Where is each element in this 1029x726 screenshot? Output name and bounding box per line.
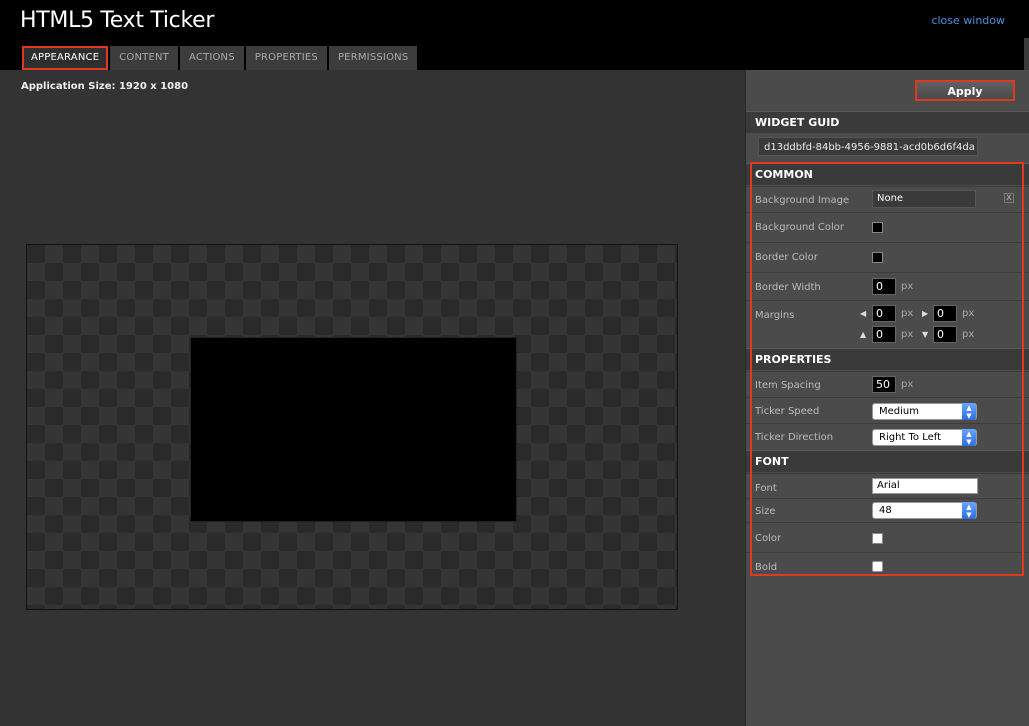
- border-color-swatch[interactable]: [872, 252, 883, 263]
- size-value: 48: [879, 505, 892, 516]
- ticker-direction-select[interactable]: Right To Left ▲ ▼: [872, 429, 977, 446]
- font-input[interactable]: Arial: [872, 478, 978, 494]
- widget-guid-heading: WIDGET GUID: [746, 111, 1029, 133]
- bold-label: Bold: [755, 562, 778, 573]
- select-chevron-icon: ▲ ▼: [962, 403, 976, 420]
- tab-bar: APPEARANCE CONTENT ACTIONS PROPERTIES PE…: [22, 46, 419, 70]
- margin-left-input[interactable]: 0: [872, 305, 896, 322]
- border-color-label: Border Color: [755, 252, 818, 263]
- common-heading: COMMON: [746, 163, 1029, 185]
- margin-bottom-arrow-icon: ▼: [922, 330, 929, 339]
- size-label: Size: [755, 506, 776, 517]
- margin-right-input[interactable]: 0: [933, 305, 957, 322]
- margin-right-unit: px: [962, 308, 975, 319]
- widget-preview[interactable]: [190, 337, 517, 522]
- background-image-label: Background Image: [755, 195, 850, 206]
- ticker-direction-row: Ticker Direction Right To Left ▲ ▼: [746, 423, 1029, 449]
- ticker-direction-value: Right To Left: [879, 432, 942, 443]
- item-spacing-input[interactable]: 50: [872, 376, 896, 393]
- margin-bottom-unit: px: [962, 329, 975, 340]
- border-width-input[interactable]: 0: [872, 278, 896, 295]
- header: HTML5 Text Ticker close window APPEARANC…: [0, 0, 1029, 70]
- select-chevron-icon: ▲ ▼: [962, 502, 976, 519]
- margins-row: Margins ◀ 0 px ▶ 0 px ▲ 0 px ▼ 0 px: [746, 300, 1029, 347]
- properties-heading: PROPERTIES: [746, 348, 1029, 370]
- ticker-speed-value: Medium: [879, 406, 919, 417]
- tab-permissions[interactable]: PERMISSIONS: [328, 46, 418, 70]
- background-color-label: Background Color: [755, 222, 844, 233]
- preview-canvas: [26, 244, 678, 610]
- font-color-swatch[interactable]: [872, 533, 883, 544]
- margin-left-arrow-icon: ◀: [860, 309, 867, 318]
- select-chevron-icon: ▲ ▼: [962, 429, 976, 446]
- item-spacing-row: Item Spacing 50 px: [746, 371, 1029, 397]
- color-label: Color: [755, 533, 782, 544]
- window-title: HTML5 Text Ticker: [20, 8, 215, 33]
- size-row: Size 48 ▲ ▼: [746, 498, 1029, 522]
- margin-top-unit: px: [901, 329, 914, 340]
- preview-area: Application Size: 1920 x 1080: [0, 70, 745, 726]
- border-width-label: Border Width: [755, 282, 821, 293]
- bold-row: Bold: [746, 552, 1029, 576]
- margins-label: Margins: [755, 310, 795, 321]
- ticker-speed-select[interactable]: Medium ▲ ▼: [872, 403, 977, 420]
- apply-button[interactable]: Apply: [915, 80, 1015, 101]
- close-window-link[interactable]: close window: [931, 14, 1005, 27]
- margin-bottom-input[interactable]: 0: [933, 326, 957, 343]
- ticker-speed-label: Ticker Speed: [755, 406, 820, 417]
- size-select[interactable]: 48 ▲ ▼: [872, 502, 977, 519]
- ticker-direction-label: Ticker Direction: [755, 432, 834, 443]
- tab-actions[interactable]: ACTIONS: [179, 46, 244, 70]
- background-color-row: Background Color: [746, 212, 1029, 242]
- background-image-row: Background Image None x: [746, 186, 1029, 212]
- border-color-row: Border Color: [746, 242, 1029, 272]
- background-color-swatch[interactable]: [872, 222, 883, 233]
- header-edge-divider: [1024, 38, 1029, 70]
- margin-top-arrow-icon: ▲: [860, 330, 867, 339]
- widget-guid-field[interactable]: d13ddbfd-84bb-4956-9881-acd0b6d6f4da: [758, 137, 978, 156]
- border-width-row: Border Width 0 px: [746, 272, 1029, 300]
- ticker-speed-row: Ticker Speed Medium ▲ ▼: [746, 397, 1029, 423]
- color-row: Color: [746, 522, 1029, 552]
- item-spacing-label: Item Spacing: [755, 380, 821, 391]
- clear-icon[interactable]: x: [1004, 193, 1014, 203]
- properties-panel: Apply WIDGET GUID d13ddbfd-84bb-4956-988…: [745, 70, 1029, 726]
- tab-appearance[interactable]: APPEARANCE: [22, 46, 109, 70]
- margin-right-arrow-icon: ▶: [922, 309, 929, 318]
- border-width-unit: px: [901, 281, 914, 292]
- bold-checkbox[interactable]: [872, 561, 883, 572]
- background-image-field[interactable]: None: [872, 190, 976, 208]
- font-label: Font: [755, 483, 777, 494]
- tab-properties[interactable]: PROPERTIES: [245, 46, 327, 70]
- font-heading: FONT: [746, 450, 1029, 472]
- application-size-label: Application Size: 1920 x 1080: [21, 81, 189, 92]
- margin-top-input[interactable]: 0: [872, 326, 896, 343]
- tab-content[interactable]: CONTENT: [110, 46, 178, 70]
- item-spacing-unit: px: [901, 379, 914, 390]
- margin-left-unit: px: [901, 308, 914, 319]
- font-row: Font Arial: [746, 473, 1029, 498]
